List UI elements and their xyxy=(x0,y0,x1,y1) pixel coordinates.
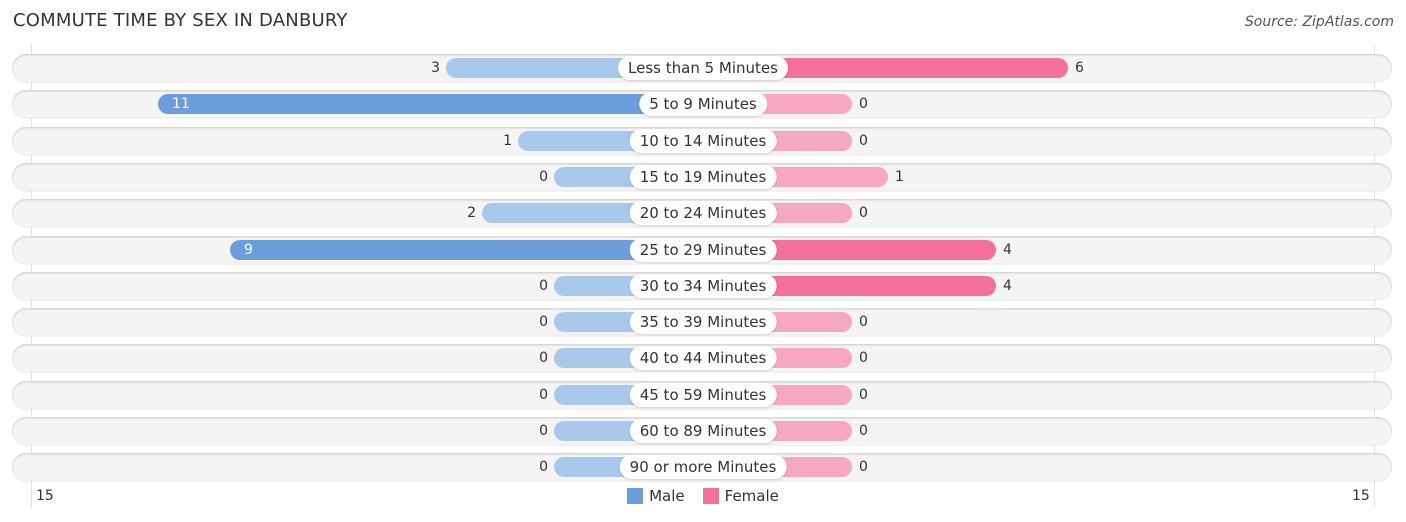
category-label: 10 to 14 Minutes xyxy=(629,128,777,153)
value-label-male: 0 xyxy=(539,386,548,403)
bar-male[interactable] xyxy=(158,94,703,115)
value-label-male: 0 xyxy=(539,350,548,367)
category-label: 45 to 59 Minutes xyxy=(629,382,777,407)
value-label-male: 2 xyxy=(467,205,476,222)
value-label-female: 0 xyxy=(859,350,868,367)
value-label-male: 0 xyxy=(539,277,548,294)
value-label-female: 0 xyxy=(859,314,868,331)
category-label: 90 or more Minutes xyxy=(619,455,787,480)
value-label-male: 3 xyxy=(431,60,440,76)
value-label-male: 1 xyxy=(503,132,512,149)
value-label-female: 0 xyxy=(859,423,868,439)
legend-swatch-female xyxy=(702,488,719,504)
category-label: 35 to 39 Minutes xyxy=(629,310,777,335)
value-label-female: 1 xyxy=(895,168,904,185)
value-label-male: 11 xyxy=(172,96,190,113)
category-label: 25 to 29 Minutes xyxy=(629,237,777,262)
legend-item-male[interactable]: Male xyxy=(627,487,685,505)
value-label-male: 0 xyxy=(539,459,548,476)
value-label-female: 0 xyxy=(859,205,868,222)
category-label: 5 to 9 Minutes xyxy=(639,92,767,117)
value-label-male: 0 xyxy=(539,423,548,439)
value-label-female: 4 xyxy=(1003,241,1012,258)
legend-item-female[interactable]: Female xyxy=(702,487,779,505)
legend-label-male: Male xyxy=(649,487,685,505)
chart-title: COMMUTE TIME BY SEX IN DANBURY xyxy=(13,10,348,31)
value-label-female: 0 xyxy=(859,132,868,149)
category-label: 15 to 19 Minutes xyxy=(629,164,777,189)
value-label-male: 9 xyxy=(244,241,253,258)
legend: Male Female xyxy=(0,487,1406,505)
value-label-male: 0 xyxy=(539,314,548,331)
value-label-female: 4 xyxy=(1003,277,1012,294)
legend-label-female: Female xyxy=(724,487,779,505)
value-label-female: 6 xyxy=(1075,60,1084,76)
category-label: 40 to 44 Minutes xyxy=(629,346,777,371)
category-label: 30 to 34 Minutes xyxy=(629,273,777,298)
category-label: 60 to 89 Minutes xyxy=(629,419,777,443)
value-label-female: 0 xyxy=(859,386,868,403)
category-label: 20 to 24 Minutes xyxy=(629,201,777,226)
value-label-female: 0 xyxy=(859,459,868,476)
source-credit: Source: ZipAtlas.com xyxy=(1244,14,1394,30)
value-label-male: 0 xyxy=(539,168,548,185)
value-label-female: 0 xyxy=(859,96,868,113)
legend-swatch-male xyxy=(627,488,644,504)
category-label: Less than 5 Minutes xyxy=(618,56,788,80)
